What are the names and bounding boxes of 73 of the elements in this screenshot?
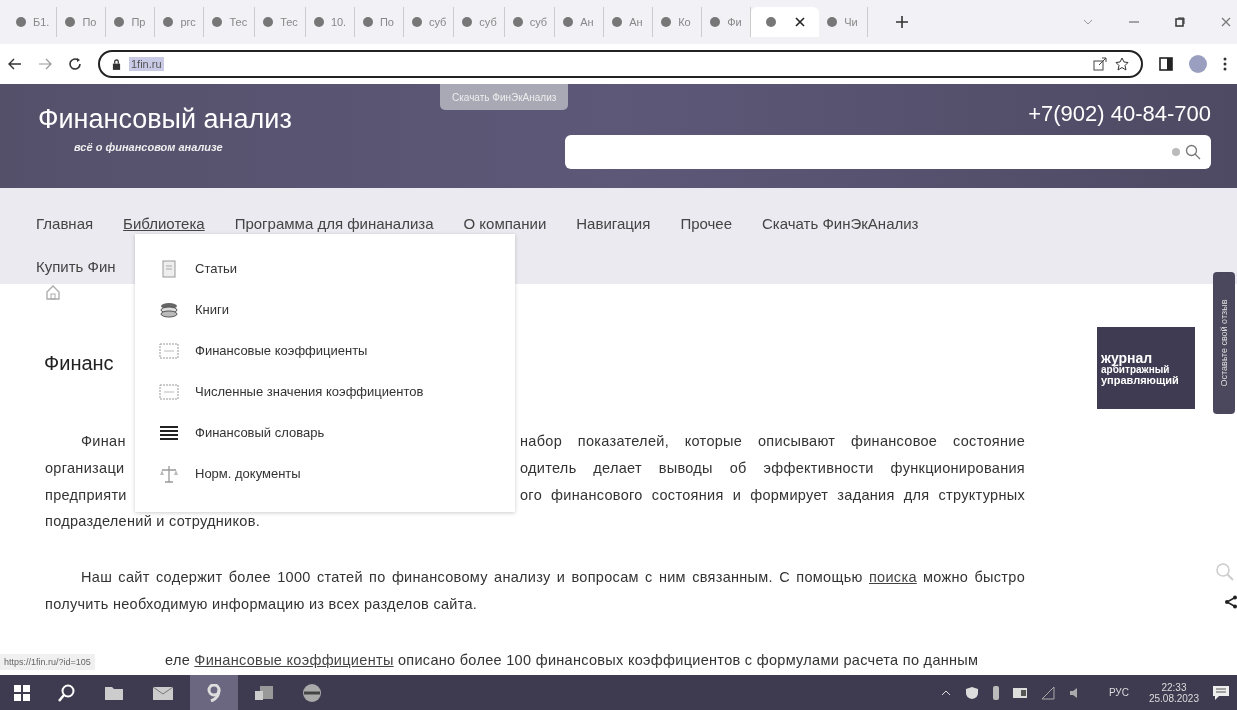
nav-link[interactable]: Купить Фин <box>36 258 116 275</box>
share-icon[interactable] <box>1224 595 1237 609</box>
banner-text: управляющий <box>1101 374 1180 386</box>
menu-item[interactable]: Статьи <box>135 248 515 289</box>
menu-item[interactable]: Финансовые коэффициенты <box>135 330 515 371</box>
device-icon[interactable] <box>1012 687 1027 698</box>
app-icon[interactable] <box>254 684 274 701</box>
menu-item[interactable]: Численные значения коэффициентов <box>135 371 515 412</box>
close-icon[interactable] <box>795 17 806 27</box>
app-icon[interactable] <box>302 682 322 703</box>
windows-icon[interactable] <box>14 684 30 701</box>
nav-link[interactable]: Главная <box>36 215 94 232</box>
restore-icon[interactable] <box>1175 17 1185 27</box>
menu-item[interactable]: Норм. документы <box>135 453 515 494</box>
clock-date: 25.08.2023 <box>1148 692 1199 704</box>
site-tagline: всё о финансовом анализе <box>74 141 224 153</box>
page-heading: Финанс <box>44 352 114 375</box>
new-tab-icon[interactable] <box>896 16 909 28</box>
paragraph-text: одитель делает выводы об эффективности функционирования <box>520 459 1025 476</box>
journal-banner[interactable]: журнал арбитражный управляющий <box>1097 327 1195 409</box>
site-title[interactable]: Финансовый анализ <box>38 104 292 135</box>
caret-up-icon[interactable] <box>940 689 951 696</box>
search-icon[interactable] <box>58 683 76 702</box>
banner-text: арбитражный <box>1101 364 1171 375</box>
folder-icon[interactable] <box>104 684 124 701</box>
menu-item[interactable]: Финансовый словарь <box>135 412 515 453</box>
search-link[interactable]: поиска <box>868 569 917 585</box>
language-indicator[interactable]: РУС <box>1108 687 1129 698</box>
feedback-tab[interactable]: Оставьте свой отзыв <box>1213 272 1235 414</box>
paragraph-text: ого финансового состояния и формирует задания для структурных <box>520 486 1025 503</box>
document-icon <box>159 259 179 278</box>
menu-icon[interactable] <box>1223 57 1227 71</box>
paragraph-text: организаци <box>45 459 125 476</box>
phone-number: +7(902) 40-84-700 <box>1028 101 1211 127</box>
avatar-icon[interactable] <box>1189 55 1207 73</box>
menu-item[interactable]: Книги <box>135 289 515 330</box>
taskbar-app[interactable] <box>190 675 238 710</box>
notification-icon[interactable] <box>1213 685 1229 700</box>
shield-icon[interactable] <box>964 685 979 700</box>
nav-link[interactable]: Скачать ФинЭкАнализ <box>762 215 919 232</box>
address-bar[interactable]: 1fin.ru <box>98 50 1143 78</box>
app-icon <box>206 683 222 702</box>
nav-link[interactable]: Программа для финанализа <box>234 215 434 232</box>
reload-icon[interactable] <box>68 57 82 71</box>
network-icon[interactable] <box>1040 685 1055 700</box>
browser-tab[interactable] <box>751 7 820 37</box>
mail-icon[interactable] <box>152 684 174 701</box>
table-icon <box>159 383 179 400</box>
book-stack-icon <box>159 301 179 318</box>
search-field[interactable] <box>565 135 1211 169</box>
nav-link[interactable]: Библиотека <box>123 215 205 232</box>
ratios-link[interactable]: Финансовые коэффициенты <box>194 652 394 668</box>
nav-link[interactable]: Прочее <box>680 215 732 232</box>
back-icon[interactable] <box>8 58 22 70</box>
lock-icon <box>112 58 121 70</box>
forward-icon[interactable] <box>38 58 52 70</box>
paragraph-text: Финан <box>80 432 126 449</box>
url-text: 1fin.ru <box>129 57 164 71</box>
scales-icon <box>159 463 179 484</box>
table-icon <box>159 342 179 359</box>
paragraph-text: предприяти <box>45 486 127 503</box>
paragraph: Наш сайт содержит более 1000 статей по финансовому анализу и вопросам с ним связанным. С помощью поиска можно быстро получить необходимую информацию из всех разделов сайта. <box>45 568 1025 614</box>
paragraph-text: набор показателей, которые описывают финансовое состояние <box>520 432 1025 449</box>
clock-time: 22:33 <box>1161 681 1187 693</box>
share-icon[interactable] <box>1093 57 1107 71</box>
status-url: https://1fin.ru/?id=105 <box>0 654 95 670</box>
nav-link[interactable]: О компании <box>463 215 547 232</box>
paragraph-text: подразделений и сотрудников. <box>45 512 262 531</box>
banner-text: журнал <box>1101 350 1153 365</box>
list-icon <box>159 424 179 441</box>
nav-link[interactable]: Навигация <box>576 215 651 232</box>
sidebar-icon[interactable] <box>1159 57 1173 71</box>
star-icon[interactable] <box>1115 57 1129 71</box>
